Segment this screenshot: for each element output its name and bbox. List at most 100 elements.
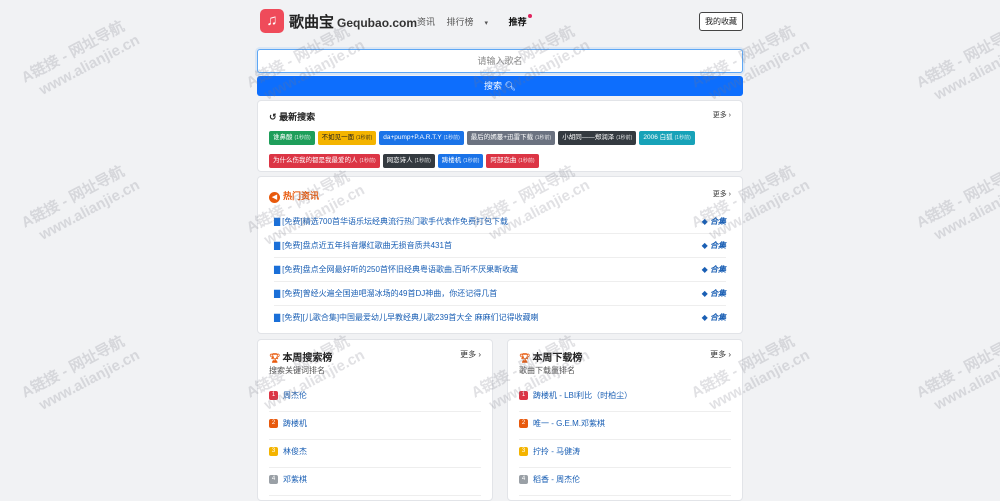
watermark-line: www.alianjie.cn — [931, 346, 1000, 414]
news-item-tag[interactable]: ◆ 合集 — [702, 210, 726, 233]
recent-search-tag[interactable]: 踌楼机 (1秒前) — [437, 154, 484, 168]
recent-search-tag-time: (1秒前) — [356, 135, 373, 141]
recent-tag-list: 谁鼻酸 (1秒前) 不如见一面 (1秒前) da+pump+P.A.R.T.Y (1秒前)… — [269, 126, 729, 172]
news-item-tag-label: 合集 — [710, 241, 726, 250]
news-item[interactable]: ▇ [免费]盘点近五年抖音爆红歌曲无损音质共431首 ◆ 合集 — [274, 234, 726, 258]
recent-search-tag-label: 网恋诗人 — [386, 157, 413, 164]
recent-search-tag[interactable]: 2006 白狐 (1秒前) — [639, 131, 695, 145]
recent-search-tag-time: (1秒前) — [463, 158, 480, 164]
rank-item[interactable]: 2 踌楼机 — [269, 412, 481, 440]
site-logo[interactable]: 歌曲宝 Gequbao.com — [289, 11, 417, 32]
recent-search-tag[interactable]: 不如见一面 (1秒前) — [317, 131, 377, 145]
news-more-label: 更多 — [712, 191, 727, 198]
site-header: ♫ 歌曲宝 Gequbao.com 资讯 排行榜 ▾ 推荐 我的收藏 — [257, 0, 743, 42]
watermark-line: A链接 - 网址导航 — [913, 22, 1000, 92]
recent-search-tag[interactable]: 小胡同——郑润泽 (1秒前) — [558, 131, 637, 145]
rank-item[interactable]: 4 邓紫棋 — [269, 468, 481, 496]
news-list: ▇ [免费]精选700首华语乐坛经典流行热门歌手代表作免费打包下载 ◆ 合集 ▇ [免费… — [274, 210, 726, 329]
rank-number-badge: 1 — [519, 391, 528, 401]
recent-search-tag[interactable]: 最后的嫣蔓+迅雷下载 (1秒前) — [466, 131, 556, 145]
recent-search-tag-label: 不如见一面 — [321, 134, 355, 141]
tag-icon: ◆ — [701, 241, 710, 250]
search-rank-more-link[interactable]: 更多 › — [460, 349, 481, 360]
recent-searches-card: ↺ 最新搜索 更多 › 谁鼻酸 (1秒前) 不如见一面 (1秒前) da+pump+P.… — [257, 100, 743, 172]
notification-dot — [527, 14, 532, 18]
recent-search-tag[interactable]: 谁鼻酸 (1秒前) — [269, 131, 315, 145]
rank-item-label: 邓紫棋 — [283, 475, 307, 484]
rank-item[interactable]: 1 周杰伦 — [269, 384, 481, 412]
news-more-link[interactable]: 更多 › — [713, 189, 731, 199]
trophy-icon: 🏆︎ — [519, 353, 531, 363]
recent-search-tag[interactable]: 阿部恋曲 (1秒前) — [486, 154, 539, 168]
nav-item-news[interactable]: 资讯 — [417, 17, 435, 27]
trophy-icon: 🏆︎ — [269, 353, 281, 363]
news-item[interactable]: ▇ [免费]盘点全网最好听的250首怀旧经典粤语歌曲,百听不厌果断收藏 ◆ 合集 — [274, 258, 726, 282]
folder-icon: ▇ — [274, 241, 281, 250]
tag-icon: ◆ — [701, 313, 710, 322]
news-item-title: [免费][儿歌合集]中国最爱幼儿早教经典儿歌239首大全 麻麻们记得收藏喇 — [282, 313, 539, 322]
watermark-line: A链接 - 网址导航 — [913, 162, 1000, 232]
news-item-tag-label: 合集 — [710, 313, 726, 322]
search-input[interactable]: 请输入歌名 — [257, 49, 743, 73]
tag-icon: ◆ — [701, 265, 710, 274]
recent-searches-header: ↺ 最新搜索 — [269, 110, 315, 123]
recent-search-tag[interactable]: 网恋诗人 (1秒前) — [382, 154, 435, 168]
rank-item[interactable]: 1 踌楼机 - LBI利比（时柏尘） — [519, 384, 731, 412]
weekly-search-rank-subtitle: 搜索关键词排名 — [269, 366, 325, 375]
folder-icon: ▇ — [274, 289, 281, 298]
folder-icon: ▇ — [274, 313, 281, 322]
folder-icon: ▇ — [274, 265, 281, 274]
hot-news-title: 热门资讯 — [283, 191, 320, 201]
rank-number-badge: 1 — [269, 391, 278, 401]
tag-icon: ◆ — [701, 289, 710, 298]
recent-search-tag[interactable]: 为什么伤我的都是我最爱的人 (1秒前) — [269, 154, 380, 168]
rank-item-label: 林俊杰 — [283, 447, 307, 456]
rank-item[interactable]: 3 林俊杰 — [269, 440, 481, 468]
news-item-tag[interactable]: ◆ 合集 — [702, 306, 726, 329]
news-item[interactable]: ▇ [免费]曾经火遍全国迪吧溜冰场的49首DJ神曲，你还记得几首 ◆ 合集 — [274, 282, 726, 306]
watermark-line: www.alianjie.cn — [36, 176, 143, 244]
rank-item-label: 踌楼机 — [283, 419, 307, 428]
rank-item[interactable]: 4 稻香 - 周杰伦 — [519, 468, 731, 496]
news-item-tag[interactable]: ◆ 合集 — [702, 282, 726, 305]
news-item-tag[interactable]: ◆ 合集 — [702, 258, 726, 281]
recent-search-tag-label: da+pump+P.A.R.T.Y — [383, 134, 442, 141]
recent-search-tag[interactable]: da+pump+P.A.R.T.Y (1秒前) — [379, 131, 464, 145]
news-item[interactable]: ▇ [免费]精选700首华语乐坛经典流行热门歌手代表作免费打包下载 ◆ 合集 — [274, 210, 726, 234]
weekly-search-rank-title-text: 本周搜索榜 — [282, 353, 333, 364]
nav-item-charts[interactable]: 排行榜 ▾ — [447, 17, 498, 27]
nav-item-recommend[interactable]: 推荐 — [509, 14, 536, 27]
news-item[interactable]: ▇ [免费][儿歌合集]中国最爱幼儿早教经典儿歌239首大全 麻麻们记得收藏喇 ◆ … — [274, 306, 726, 329]
recent-search-tag-label: 2006 白狐 — [643, 134, 673, 141]
my-favorites-button[interactable]: 我的收藏 — [699, 12, 743, 31]
rank-number-badge: 4 — [269, 475, 278, 485]
page-wrapper: ♫ 歌曲宝 Gequbao.com 资讯 排行榜 ▾ 推荐 我的收藏 请输入歌名 搜… — [257, 0, 743, 334]
news-item-title: [免费]曾经火遍全国迪吧溜冰场的49首DJ神曲，你还记得几首 — [282, 289, 498, 298]
rank-item-label: 拧拎 - 马健涛 — [533, 447, 581, 456]
recent-search-tag-label: 谁鼻酸 — [273, 134, 293, 141]
caret-down-icon: ▾ — [484, 20, 489, 27]
recent-search-tag-label: 小胡同——郑润泽 — [562, 134, 615, 141]
search-button[interactable]: 搜索 🔍︎ — [257, 76, 743, 96]
news-item-tag-label: 合集 — [710, 289, 726, 298]
rank-number-badge: 3 — [269, 447, 278, 457]
watermark-line: A链接 - 网址导航 — [18, 332, 128, 402]
main-nav: 资讯 排行榜 ▾ 推荐 — [417, 14, 545, 28]
rank-item[interactable]: 3 拧拎 - 马健涛 — [519, 440, 731, 468]
news-item-tag-label: 合集 — [710, 265, 726, 274]
recent-more-label: 更多 — [712, 112, 727, 119]
download-rank-list: 1 踌楼机 - LBI利比（时柏尘） 2 唯一 - G.E.M.邓紫棋 3 拧拎 - 马健… — [519, 384, 731, 496]
download-rank-more-link[interactable]: 更多 › — [710, 349, 731, 360]
recent-search-tag-label: 阿部恋曲 — [490, 157, 517, 164]
news-item-tag[interactable]: ◆ 合集 — [702, 234, 726, 257]
music-note-icon[interactable]: ♫ — [260, 9, 284, 33]
watermark-line: A链接 - 网址导航 — [913, 332, 1000, 402]
rank-number-badge: 2 — [269, 419, 278, 429]
rank-item[interactable]: 2 唯一 - G.E.M.邓紫棋 — [519, 412, 731, 440]
recent-more-link[interactable]: 更多 › — [713, 110, 731, 120]
recent-searches-title: 最新搜索 — [279, 112, 316, 122]
weekly-search-rank-card: 🏆︎ 本周搜索榜 搜索关键词排名 更多 › 1 周杰伦 2 踌楼机 3 林俊杰 4 邓紫棋 — [257, 339, 493, 501]
folder-icon: ▇ — [274, 217, 281, 226]
news-item-title: [免费]盘点全网最好听的250首怀旧经典粤语歌曲,百听不厌果断收藏 — [282, 265, 519, 274]
recent-search-tag-time: (1秒前) — [674, 135, 691, 141]
